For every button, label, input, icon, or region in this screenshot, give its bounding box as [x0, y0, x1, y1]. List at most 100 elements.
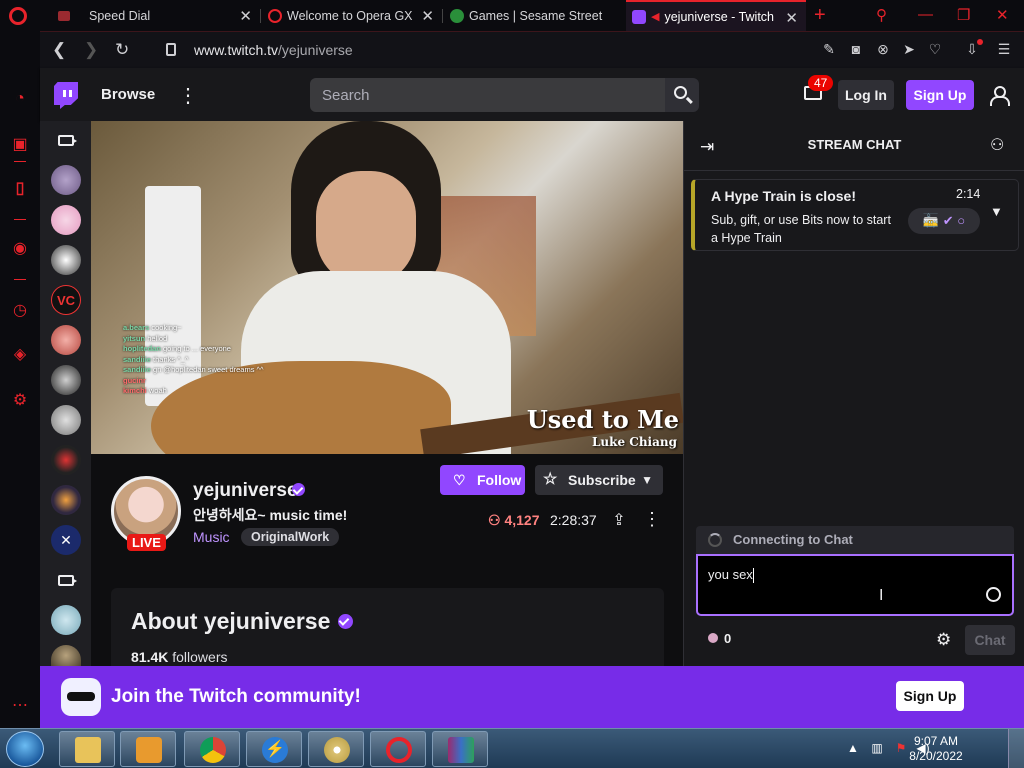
chevron-down-icon[interactable]: ▼ [990, 204, 1003, 219]
chat-header: ⇥ STREAM CHAT ⚇ [684, 121, 1024, 171]
tab-speed-dial[interactable]: Speed Dial ✕ [46, 0, 260, 31]
video-player[interactable]: a.bears cooking~ yitsun hellod hopliteda… [91, 121, 683, 454]
chat-settings-icon[interactable]: ⚙ [936, 630, 951, 650]
minimize-button[interactable]: — [918, 6, 933, 23]
channel-avatar[interactable] [51, 405, 81, 435]
settings-gear-icon[interactable]: ⚙ [10, 391, 30, 411]
edit-icon[interactable]: ✎ [821, 41, 837, 57]
forward-icon[interactable]: ❯ [84, 40, 98, 60]
close-window-button[interactable]: ✕ [996, 6, 1009, 24]
follow-button[interactable]: ♡ Follow [440, 465, 525, 495]
clock-date: 8/20/2022 [909, 749, 963, 763]
login-button[interactable]: Log In [838, 80, 894, 110]
show-desktop-button[interactable] [1008, 729, 1024, 768]
taskbar-clock[interactable]: 9:07 AM 8/20/2022 [895, 734, 977, 764]
browse-link[interactable]: Browse [101, 86, 155, 103]
more-options-icon[interactable]: ⋮ [643, 509, 661, 530]
speedometer-icon[interactable]: ◔ [10, 89, 30, 109]
song-title: Used to Me [526, 405, 679, 434]
connecting-status: Connecting to Chat [696, 526, 1014, 554]
taskbar-media-player[interactable] [120, 731, 176, 767]
taskbar-bolt-app[interactable]: ⚡ [246, 731, 302, 767]
channel-avatar[interactable] [51, 445, 81, 475]
twitch-sidebar-icon[interactable]: ▯ [10, 179, 30, 199]
taskbar-opera[interactable] [370, 731, 426, 767]
new-tab-button[interactable]: + [814, 4, 826, 27]
stream-tag[interactable]: OriginalWork [241, 528, 340, 546]
overlay-chat-line: a.bears cooking~ [123, 323, 182, 332]
url-field[interactable]: www.twitch.tv/yejuniverse [194, 42, 353, 58]
tab-sesame-street[interactable]: Games | Sesame Street | [444, 0, 624, 31]
channel-avatar[interactable]: VC [51, 285, 81, 315]
history-icon[interactable]: ◷ [10, 301, 30, 321]
taskbar-disc[interactable] [308, 731, 364, 767]
community-users-icon[interactable]: ⚇ [990, 135, 1004, 155]
tab-label: Speed Dial [89, 8, 151, 23]
channel-avatar[interactable] [51, 165, 81, 195]
opera-icon [386, 737, 412, 763]
channel-avatar[interactable] [51, 245, 81, 275]
channel-avatar[interactable] [51, 605, 81, 635]
search-button[interactable] [665, 78, 699, 112]
close-tab-icon[interactable]: ✕ [421, 7, 434, 25]
opera-menu-icon[interactable] [9, 7, 27, 25]
chat-input[interactable]: you sex [696, 554, 1014, 616]
taskbar-archive[interactable] [432, 731, 488, 767]
more-menu-icon[interactable]: ⋮ [178, 83, 198, 108]
close-tab-icon[interactable]: ✕ [239, 7, 252, 25]
tab-opera-gx[interactable]: Welcome to Opera GX ✕ [262, 0, 442, 31]
channel-avatar[interactable] [51, 365, 81, 395]
signup-button[interactable]: Sign Up [906, 80, 974, 110]
network-icon[interactable]: ▥ [870, 741, 884, 755]
channel-avatar[interactable]: ✕ [51, 525, 81, 555]
channel-name[interactable]: yejuniverse [193, 480, 298, 502]
tab-twitch-yejuniverse[interactable]: ◀ yejuniverse - Twitch ✕ [626, 0, 806, 31]
taskbar-chrome[interactable] [184, 731, 240, 767]
hype-train-banner[interactable]: A Hype Train is close! 2:14 Sub, gift, o… [691, 179, 1019, 251]
extensions-cube-icon[interactable]: ◈ [10, 345, 30, 365]
user-menu-icon[interactable] [990, 86, 1010, 106]
channel-avatar[interactable] [51, 205, 81, 235]
viewer-count-value: 4,127 [504, 512, 540, 528]
category-link[interactable]: Music [193, 529, 230, 545]
about-title: About yejuniverse [131, 608, 331, 634]
easy-setup-icon[interactable]: ☰ [996, 41, 1012, 57]
channel-avatar[interactable] [51, 645, 81, 666]
emote-picker-icon[interactable] [986, 587, 1001, 602]
speed-dial-icon [58, 10, 70, 21]
channel-avatar[interactable] [51, 485, 81, 515]
camera-snapshot-icon[interactable]: ◙ [848, 41, 864, 57]
restore-button[interactable]: ❐ [957, 6, 970, 24]
heart-bookmark-icon[interactable]: ♡ [927, 41, 943, 57]
opera-icon [268, 8, 282, 23]
tray-expand-icon[interactable]: ▲ [846, 741, 860, 755]
shopping-bag-icon[interactable]: ▣ [10, 135, 30, 155]
player-icon[interactable]: ◉ [10, 239, 30, 259]
chat-input-value: you sex [708, 567, 753, 582]
taskbar-file-explorer[interactable] [59, 731, 115, 767]
join-community-text: Join the Twitch community! [111, 686, 361, 707]
channel-avatar[interactable] [51, 325, 81, 355]
close-tab-icon[interactable]: ✕ [785, 9, 798, 27]
channel-points[interactable]: 0 [708, 631, 731, 646]
lock-icon [166, 43, 176, 56]
share-icon[interactable]: ⇪ [610, 510, 628, 529]
search-icon [674, 86, 687, 99]
follow-label: Follow [477, 472, 522, 488]
chat-send-button[interactable]: Chat [965, 625, 1015, 655]
reload-icon[interactable]: ↻ [115, 40, 129, 60]
tab-search-icon[interactable]: ⚲ [876, 6, 887, 24]
back-icon[interactable]: ❮ [52, 40, 66, 60]
start-button[interactable] [6, 731, 44, 767]
heart-icon: ♡ [453, 472, 466, 488]
send-icon[interactable]: ➤ [901, 41, 917, 57]
search-input[interactable]: Search [310, 78, 665, 112]
banner-signup-button[interactable]: Sign Up [896, 681, 964, 711]
song-artist: Luke Chiang [591, 435, 677, 449]
ad-block-icon[interactable]: ⊗ [875, 41, 891, 57]
audio-playing-icon[interactable]: ◀ [651, 10, 659, 23]
hype-train-title: A Hype Train is close! [711, 188, 856, 204]
more-options-icon[interactable]: ⋯ [10, 696, 30, 716]
twitch-logo-icon[interactable] [54, 82, 78, 109]
subscribe-button[interactable]: ☆ Subscribe ▼ [535, 465, 663, 495]
